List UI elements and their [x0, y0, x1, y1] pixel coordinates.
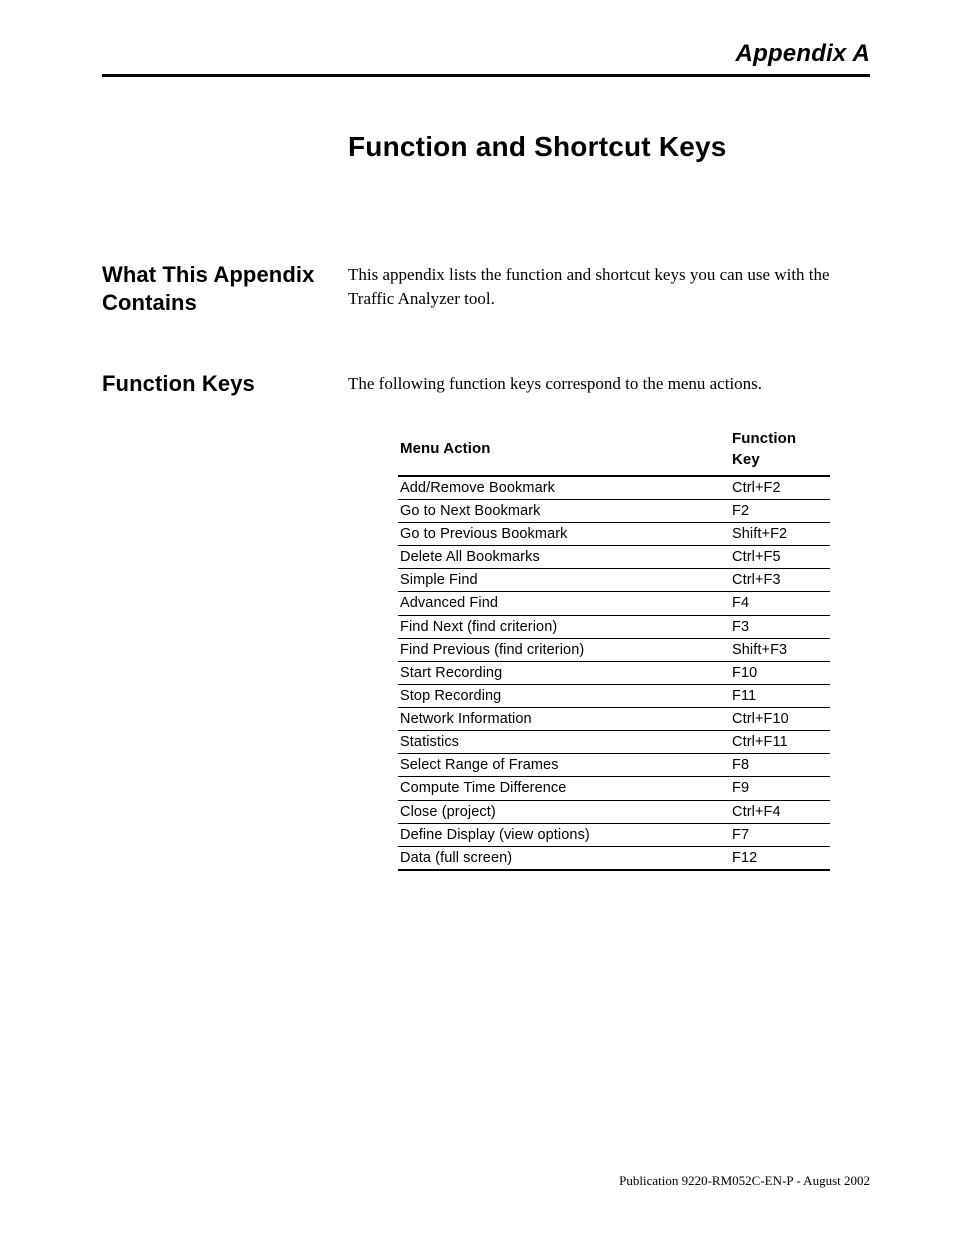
section-heading-fk: Function Keys [102, 370, 348, 871]
table-cell-action: Simple Find [398, 569, 730, 592]
table-cell-key: Ctrl+F3 [730, 569, 830, 592]
section-body-contains: This appendix lists the function and sho… [348, 261, 870, 316]
table-cell-key: Ctrl+F2 [730, 476, 830, 500]
publication-footer: Publication 9220-RM052C-EN-P - August 20… [619, 1173, 870, 1189]
table-row: StatisticsCtrl+F11 [398, 731, 830, 754]
table-cell-key: Ctrl+F4 [730, 800, 830, 823]
table-cell-action: Data (full screen) [398, 846, 730, 870]
table-cell-action: Start Recording [398, 661, 730, 684]
table-cell-action: Go to Previous Bookmark [398, 523, 730, 546]
table-header-action: Menu Action [398, 424, 730, 476]
table-cell-action: Stop Recording [398, 684, 730, 707]
table-cell-key: Shift+F2 [730, 523, 830, 546]
table-cell-action: Delete All Bookmarks [398, 546, 730, 569]
table-cell-action: Select Range of Frames [398, 754, 730, 777]
table-cell-action: Advanced Find [398, 592, 730, 615]
table-cell-key: F12 [730, 846, 830, 870]
page-title: Function and Shortcut Keys [348, 131, 870, 163]
table-row: Network InformationCtrl+F10 [398, 708, 830, 731]
table-row: Go to Previous BookmarkShift+F2 [398, 523, 830, 546]
table-cell-key: F2 [730, 499, 830, 522]
table-row: Data (full screen)F12 [398, 846, 830, 870]
table-row: Compute Time DifferenceF9 [398, 777, 830, 800]
table-cell-action: Find Next (find criterion) [398, 615, 730, 638]
fk-intro-text: The following function keys correspond t… [348, 372, 870, 396]
table-cell-action: Close (project) [398, 800, 730, 823]
table-row: Find Previous (find criterion)Shift+F3 [398, 638, 830, 661]
table-row: Close (project)Ctrl+F4 [398, 800, 830, 823]
table-cell-key: Ctrl+F11 [730, 731, 830, 754]
table-row: Add/Remove BookmarkCtrl+F2 [398, 476, 830, 500]
table-cell-key: F7 [730, 823, 830, 846]
table-row: Advanced FindF4 [398, 592, 830, 615]
table-cell-action: Go to Next Bookmark [398, 499, 730, 522]
table-cell-action: Statistics [398, 731, 730, 754]
table-cell-key: Ctrl+F10 [730, 708, 830, 731]
table-cell-key: Ctrl+F5 [730, 546, 830, 569]
table-row: Select Range of FramesF8 [398, 754, 830, 777]
section-body-fk: The following function keys correspond t… [348, 370, 870, 871]
table-cell-key: Shift+F3 [730, 638, 830, 661]
table-cell-key: F4 [730, 592, 830, 615]
table-cell-key: F11 [730, 684, 830, 707]
section-function-keys: Function Keys The following function key… [102, 370, 870, 871]
table-cell-key: F10 [730, 661, 830, 684]
section-heading-contains: What This Appendix Contains [102, 261, 348, 316]
table-cell-action: Add/Remove Bookmark [398, 476, 730, 500]
appendix-label: Appendix A [102, 40, 870, 77]
table-row: Stop RecordingF11 [398, 684, 830, 707]
table-row: Simple FindCtrl+F3 [398, 569, 830, 592]
table-row: Start RecordingF10 [398, 661, 830, 684]
section-what-contains: What This Appendix Contains This appendi… [102, 261, 870, 316]
table-cell-action: Define Display (view options) [398, 823, 730, 846]
table-row: Find Next (find criterion)F3 [398, 615, 830, 638]
function-keys-table: Menu Action Function Key Add/Remove Book… [398, 424, 830, 871]
table-cell-key: F8 [730, 754, 830, 777]
table-header-key: Function Key [730, 424, 830, 476]
table-cell-action: Network Information [398, 708, 730, 731]
table-row: Define Display (view options)F7 [398, 823, 830, 846]
table-cell-action: Find Previous (find criterion) [398, 638, 730, 661]
table-cell-key: F3 [730, 615, 830, 638]
table-row: Delete All BookmarksCtrl+F5 [398, 546, 830, 569]
table-cell-key: F9 [730, 777, 830, 800]
table-row: Go to Next BookmarkF2 [398, 499, 830, 522]
table-cell-action: Compute Time Difference [398, 777, 730, 800]
